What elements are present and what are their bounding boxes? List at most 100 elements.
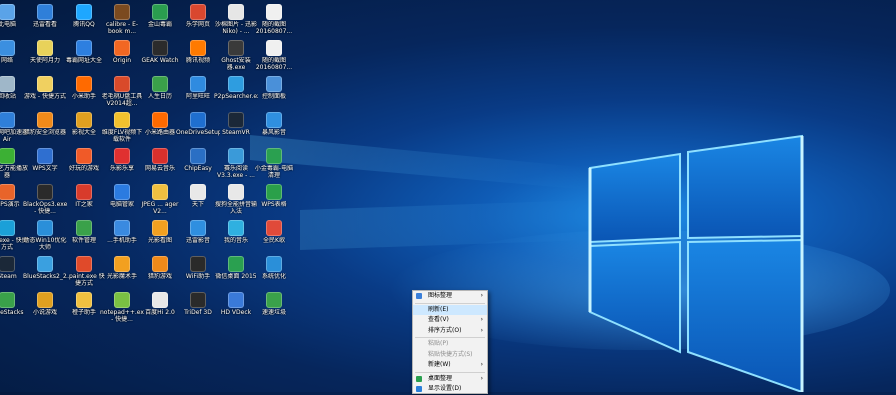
- context-menu-item[interactable]: 刷新(E): [413, 304, 487, 315]
- desktop-icon[interactable]: 控制面板: [255, 74, 293, 112]
- desktop-icon[interactable]: 随的截图 20160807...: [255, 2, 293, 40]
- chevron-right-icon: ›: [480, 292, 483, 299]
- desktop-icon[interactable]: 我的音乐: [217, 218, 255, 256]
- desktop-icon[interactable]: WiFi助手: [179, 254, 217, 292]
- desktop-icon[interactable]: SteamVR: [217, 110, 255, 148]
- desktop-icon[interactable]: 老毛桃U盘工具V2014超...: [102, 74, 142, 112]
- desktop-icon[interactable]: 阿里旺旺: [179, 74, 217, 112]
- desktop-icon[interactable]: BlackOps3.exe - 快捷...: [23, 182, 67, 220]
- desktop-icon[interactable]: 随的截图 20160807...: [255, 38, 293, 76]
- menu-item-icon: [416, 375, 422, 382]
- desktop-icon[interactable]: GEAK Watch: [141, 38, 179, 76]
- desktop-icon[interactable]: 影视大全: [65, 110, 103, 148]
- app-icon: [152, 184, 168, 200]
- desktop-icon[interactable]: OneDriveSetup.exe: [176, 110, 220, 148]
- app-icon: [76, 148, 92, 164]
- desktop-icon-label: 游戏 - 快捷方式: [24, 93, 66, 100]
- context-menu-item[interactable]: 粘贴(P): [413, 339, 487, 350]
- desktop-icon[interactable]: 小米路由器: [141, 110, 179, 148]
- desktop-icon[interactable]: 赛乐阅读 V3.3.exe - ...: [217, 146, 255, 184]
- app-icon: [114, 220, 130, 236]
- desktop-icon[interactable]: 乐影乐享: [103, 146, 141, 184]
- context-menu-item[interactable]: 显示设置(D): [413, 384, 487, 395]
- app-icon: [190, 220, 206, 236]
- desktop-icon-label: BlackOps3.exe - 快捷...: [23, 201, 67, 215]
- desktop-icon[interactable]: 百度Hi 2.0: [141, 290, 179, 328]
- app-icon: [76, 4, 92, 20]
- app-icon: [228, 184, 244, 200]
- desktop-icon[interactable]: 毒霸网址大全: [65, 38, 103, 76]
- desktop-icon[interactable]: 猎豹游戏: [141, 254, 179, 292]
- desktop-icon[interactable]: Ghost安装器.exe: [217, 38, 255, 76]
- desktop-icon[interactable]: ...paint.exe 快捷方式: [63, 254, 105, 292]
- context-menu-item[interactable]: 粘贴快捷方式(S): [413, 350, 487, 361]
- desktop-icon[interactable]: 速速垃圾: [255, 290, 293, 328]
- desktop-icon[interactable]: 金山毒霸: [141, 2, 179, 40]
- desktop-icon[interactable]: ...手机助手: [103, 218, 141, 256]
- desktop-icon[interactable]: 电脑管家: [103, 182, 141, 220]
- desktop-icon-label: 小说游戏: [32, 309, 57, 316]
- desktop-icon[interactable]: 暴风影音: [255, 110, 293, 148]
- desktop-icon[interactable]: 好玩的游戏: [65, 146, 103, 184]
- desktop-icon[interactable]: BlueStacks2_2.3.35.61...: [23, 254, 67, 292]
- desktop-icon[interactable]: 光影看图: [141, 218, 179, 256]
- app-icon: [114, 184, 130, 200]
- desktop-icon[interactable]: 人生日历: [141, 74, 179, 112]
- desktop-icon-label: 速速垃圾: [261, 309, 286, 316]
- app-icon: [114, 4, 130, 20]
- desktop-icon[interactable]: 搜狗全能拼音输入法: [215, 182, 257, 220]
- context-menu-item[interactable]: 排序方式(O) ›: [413, 326, 487, 337]
- desktop-icon[interactable]: 游戏 - 快捷方式: [24, 74, 66, 112]
- chevron-right-icon: ›: [480, 316, 483, 323]
- desktop-icon[interactable]: 全民K歌: [255, 218, 293, 256]
- desktop-icon[interactable]: 小金毒霸-电脑清理: [255, 146, 293, 184]
- context-menu-item[interactable]: 桌面整理 ›: [413, 374, 487, 385]
- desktop-icon[interactable]: notepad++.exe - 快捷...: [100, 290, 144, 328]
- desktop-icon[interactable]: Origin: [103, 38, 141, 76]
- menu-item-icon: [416, 293, 422, 299]
- desktop-icon[interactable]: 微信桌面 2015: [215, 254, 257, 292]
- desktop-icon[interactable]: P2pSearcher.exe: [214, 74, 258, 112]
- desktop-icon[interactable]: 系统优化: [255, 254, 293, 292]
- desktop-icon[interactable]: 腾讯视频: [179, 38, 217, 76]
- desktop-icon[interactable]: 光影魔术手: [103, 254, 141, 292]
- context-menu-item[interactable]: 查看(V) ›: [413, 315, 487, 326]
- app-icon: [0, 4, 15, 20]
- desktop-icon[interactable]: 小米助手: [65, 74, 103, 112]
- context-menu-item-label: 查看(V): [428, 316, 449, 323]
- desktop-icon[interactable]: JPEG ... ager V2...: [141, 182, 179, 220]
- desktop-icon[interactable]: WPS文字: [26, 146, 64, 184]
- desktop-icon[interactable]: 沙棉图片 - 迅影 Niko) - ...: [215, 2, 257, 40]
- desktop-icon[interactable]: calibre - E-book m...: [103, 2, 141, 40]
- app-icon: [228, 40, 244, 56]
- desktop-icon[interactable]: 橙子助手: [65, 290, 103, 328]
- app-icon: [37, 40, 53, 56]
- desktop-icon[interactable]: 小说游戏: [26, 290, 64, 328]
- context-menu-item[interactable]: 图标整理 ›: [413, 291, 487, 302]
- desktop-icon[interactable]: WPS表格: [255, 182, 293, 220]
- desktop-icon-label: 迅雷看看: [32, 21, 57, 28]
- desktop-icon[interactable]: 迅雷影音: [179, 218, 217, 256]
- desktop-icon[interactable]: 腾讯QQ: [65, 2, 103, 40]
- desktop-icon[interactable]: 乐学网页: [179, 2, 217, 40]
- desktop-icon[interactable]: IT之家: [65, 182, 103, 220]
- app-icon: [152, 292, 168, 308]
- desktop-icon[interactable]: HD VDeck: [217, 290, 255, 328]
- desktop-icon[interactable]: 迅雷看看: [26, 2, 64, 40]
- desktop-icon[interactable]: ChipEasy: [179, 146, 217, 184]
- desktop-icon[interactable]: 天下: [179, 182, 217, 220]
- app-icon: [76, 220, 92, 236]
- desktop-icon[interactable]: TriDef 3D: [179, 290, 217, 328]
- desktop-icon[interactable]: 天使阿月力: [26, 38, 64, 76]
- desktop-icon[interactable]: 软件管理: [65, 218, 103, 256]
- context-menu-item[interactable]: 新建(W) ›: [413, 360, 487, 371]
- desktop-icon[interactable]: 网易云音乐: [141, 146, 179, 184]
- app-icon: [76, 184, 92, 200]
- desktop-icon[interactable]: 动态Win10优化大师: [24, 218, 66, 256]
- app-icon: [37, 112, 53, 128]
- app-icon: [152, 148, 168, 164]
- app-icon: [0, 40, 15, 56]
- app-icon: [266, 220, 282, 236]
- desktop-icon[interactable]: 维度FLV视频下载软件: [102, 110, 142, 148]
- desktop-icon[interactable]: 猎豹安全浏览器: [24, 110, 66, 148]
